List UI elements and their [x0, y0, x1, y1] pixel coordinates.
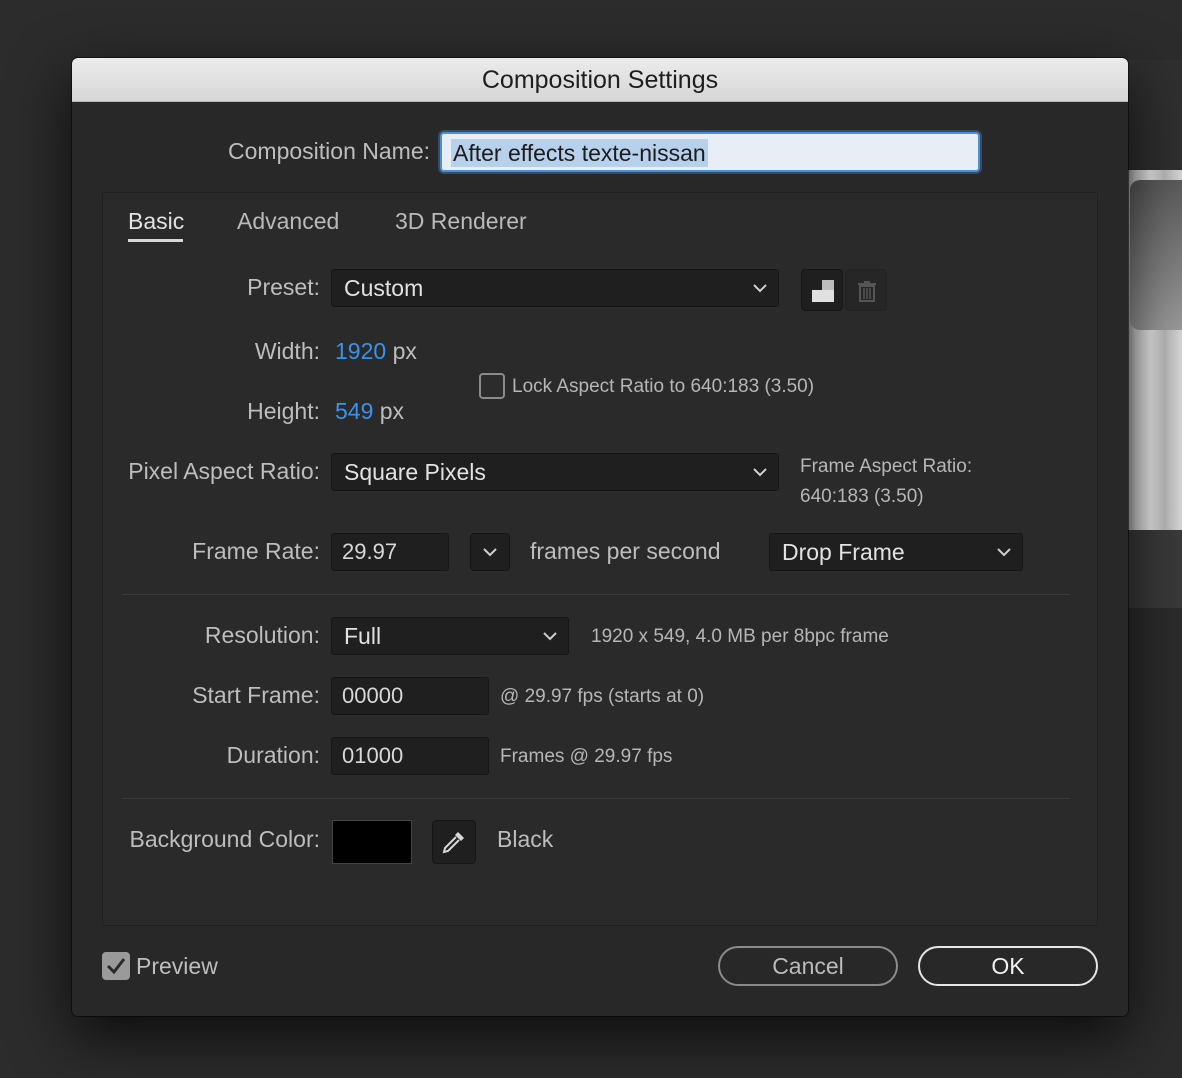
section-divider — [122, 594, 1070, 595]
chevron-down-icon — [543, 632, 557, 641]
chevron-down-icon — [483, 548, 497, 557]
preset-value: Custom — [344, 275, 424, 301]
background-color-swatch[interactable] — [332, 820, 412, 864]
cancel-button[interactable]: Cancel — [718, 946, 898, 986]
frame-aspect-value: 640:183 (3.50) — [800, 486, 924, 507]
frame-rate-input[interactable]: 29.97 — [331, 533, 449, 571]
resolution-value: Full — [344, 623, 382, 649]
chevron-down-icon — [753, 284, 767, 293]
height-label: Height: — [247, 398, 320, 424]
dialog-title: Composition Settings — [72, 58, 1128, 102]
ok-button[interactable]: OK — [918, 946, 1098, 986]
height-value[interactable]: 549 — [335, 398, 373, 424]
drop-frame-value: Drop Frame — [782, 539, 905, 565]
eyedropper-button[interactable] — [432, 820, 476, 864]
pixel-aspect-dropdown[interactable]: Square Pixels — [331, 453, 779, 491]
composition-name-value: After effects texte-nissan — [451, 139, 708, 167]
chevron-down-icon — [753, 468, 767, 477]
start-frame-input[interactable]: 00000 — [331, 677, 489, 715]
eyedropper-icon — [442, 832, 464, 854]
pixel-aspect-label: Pixel Aspect Ratio: — [128, 458, 320, 484]
height-unit: px — [379, 398, 405, 424]
pixel-aspect-value: Square Pixels — [344, 459, 486, 485]
frames-per-second-label: frames per second — [530, 538, 721, 564]
resolution-info: 1920 x 549, 4.0 MB per 8bpc frame — [591, 626, 889, 647]
width-unit: px — [392, 338, 417, 364]
preset-label: Preset: — [247, 274, 320, 300]
resolution-label: Resolution: — [204, 622, 320, 648]
checkmark-icon — [106, 958, 126, 975]
tab-basic[interactable]: Basic — [128, 208, 184, 235]
start-frame-label: Start Frame: — [192, 682, 320, 708]
background-color-label: Background Color: — [129, 826, 321, 852]
background-color-name: Black — [497, 826, 554, 852]
preview-label: Preview — [136, 953, 218, 979]
tab-advanced[interactable]: Advanced — [237, 208, 339, 235]
tab-3d-renderer[interactable]: 3D Renderer — [395, 208, 527, 235]
resolution-dropdown[interactable]: Full — [331, 617, 569, 655]
delete-preset-button[interactable] — [845, 269, 887, 311]
lock-aspect-checkbox[interactable] — [479, 373, 505, 399]
width-label: Width: — [254, 338, 320, 364]
frame-rate-menu-button[interactable] — [470, 533, 510, 571]
start-frame-info: @ 29.97 fps (starts at 0) — [500, 686, 705, 707]
duration-label: Duration: — [226, 742, 320, 768]
duration-info: Frames @ 29.97 fps — [500, 746, 673, 767]
composition-settings-dialog: Composition Settings Composition Name: A… — [72, 58, 1128, 1016]
lock-aspect-label: Lock Aspect Ratio to 640:183 (3.50) — [512, 376, 815, 397]
preview-checkbox[interactable] — [102, 952, 130, 980]
frame-aspect-label: Frame Aspect Ratio: — [800, 456, 973, 477]
composition-name-input[interactable]: After effects texte-nissan — [440, 132, 980, 172]
preset-dropdown[interactable]: Custom — [331, 269, 779, 307]
frame-rate-label: Frame Rate: — [192, 538, 320, 564]
drop-frame-dropdown[interactable]: Drop Frame — [769, 533, 1023, 571]
width-value[interactable]: 1920 — [335, 338, 386, 364]
chevron-down-icon — [997, 548, 1011, 557]
background-app-image — [1124, 60, 1182, 608]
tab-basic-underline — [128, 239, 183, 242]
save-preset-icon — [812, 280, 834, 302]
trash-icon — [858, 281, 876, 302]
section-divider — [122, 798, 1070, 799]
duration-input[interactable]: 01000 — [331, 737, 489, 775]
composition-name-label: Composition Name: — [228, 138, 430, 164]
save-preset-button[interactable] — [801, 269, 843, 311]
